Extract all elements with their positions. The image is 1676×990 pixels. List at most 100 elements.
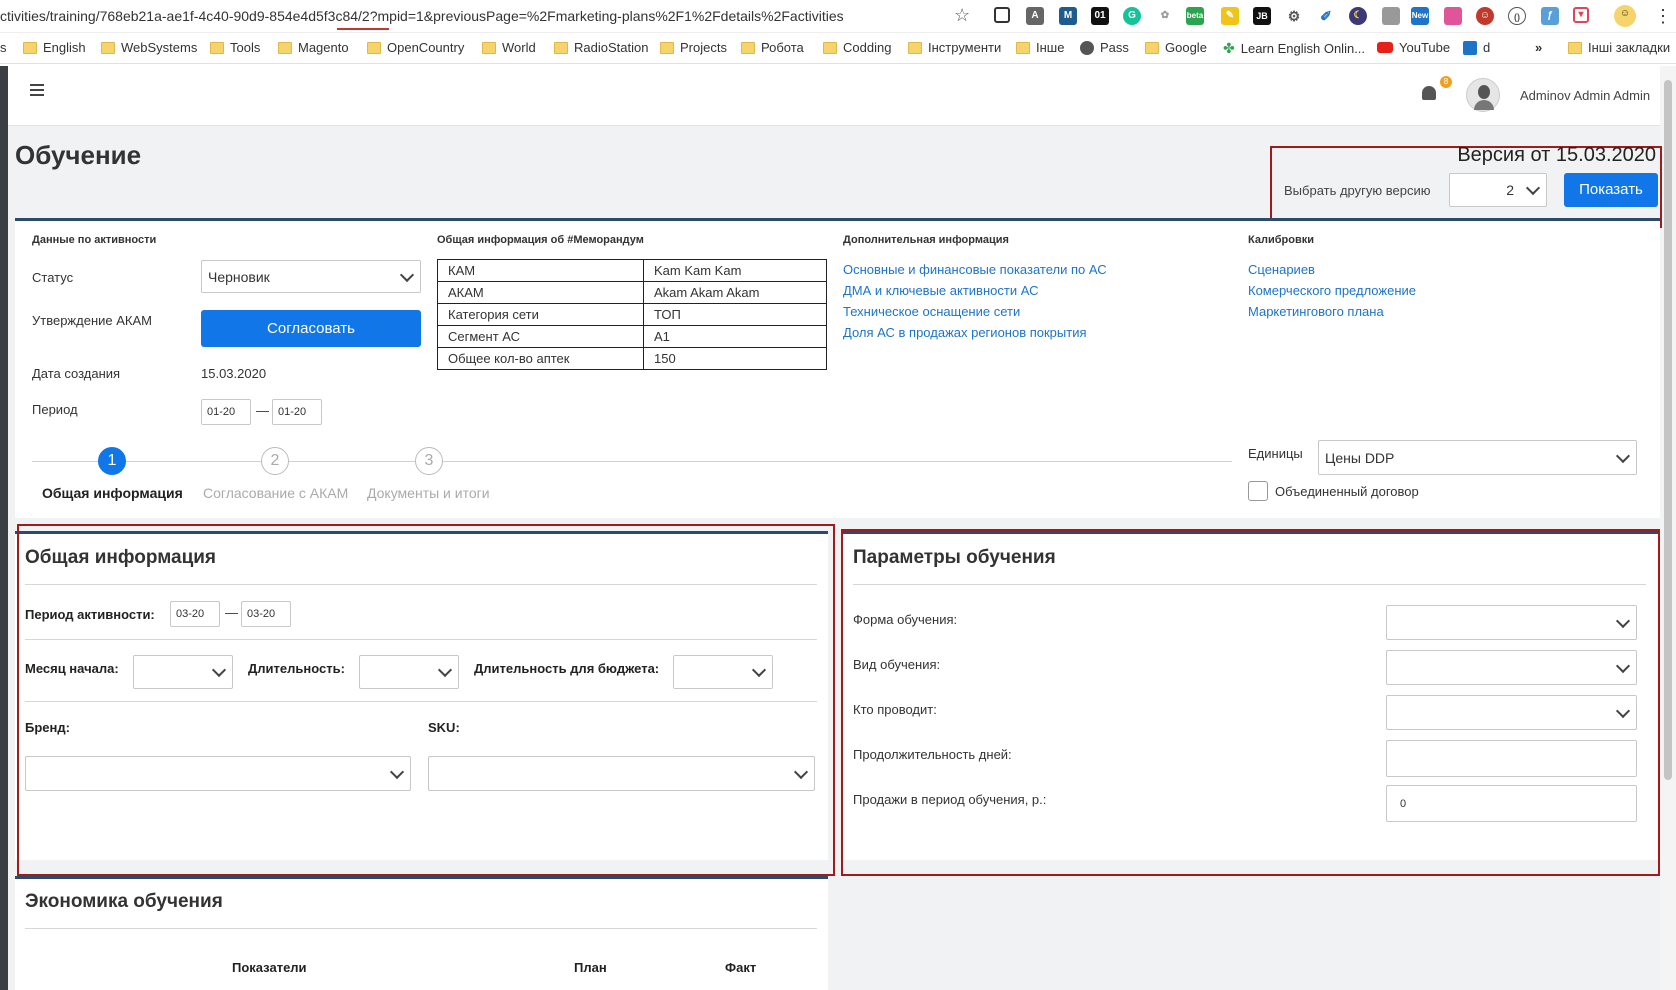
star-icon[interactable]: ☆: [954, 5, 970, 26]
chevron-down-icon: [793, 764, 809, 779]
browser-url-bar[interactable]: ctivities/training/768eb21a-ae1f-4c40-90…: [0, 0, 1676, 33]
step-1-label[interactable]: Общая информация: [42, 485, 183, 501]
grammarly-ext-icon[interactable]: G: [1123, 7, 1141, 25]
bookmark-item[interactable]: s: [0, 40, 7, 55]
bookmark-item[interactable]: WebSystems: [101, 40, 197, 55]
additional-link[interactable]: Техническое оснащение сети: [843, 304, 1020, 319]
approve-label: Утверждение АКАМ: [32, 313, 152, 328]
bookmark-item[interactable]: Projects: [660, 40, 727, 55]
avatar[interactable]: [1466, 78, 1500, 112]
brand-select[interactable]: [25, 756, 411, 791]
avatar-ext-icon[interactable]: ☺: [1476, 7, 1494, 25]
folder-icon: [554, 41, 568, 54]
step-2[interactable]: 2: [261, 447, 289, 475]
bell-icon[interactable]: [1422, 86, 1436, 100]
bookmark-item[interactable]: Інструменти: [908, 40, 1001, 55]
url-text[interactable]: ctivities/training/768eb21a-ae1f-4c40-90…: [0, 8, 844, 24]
bookmark-item[interactable]: OpenCountry: [367, 40, 464, 55]
memo-key: Категория сети: [437, 303, 644, 326]
created-label: Дата создания: [32, 366, 121, 381]
m-ext-icon[interactable]: M: [1059, 7, 1077, 25]
show-version-button[interactable]: Показать: [1564, 173, 1658, 207]
eyedropper-ext-icon[interactable]: ✐: [1317, 7, 1335, 25]
hamburger-icon[interactable]: [30, 84, 44, 96]
activity-period-from-input[interactable]: 03-20: [170, 601, 220, 627]
bookmark-item[interactable]: Magento: [278, 40, 349, 55]
period-to-input[interactable]: 01-20: [272, 399, 322, 425]
additional-link[interactable]: Основные и финансовые показатели по АС: [843, 262, 1107, 277]
bookmark-item[interactable]: Codding: [823, 40, 891, 55]
angular-ext-icon[interactable]: A: [1026, 7, 1044, 25]
reader-ext-icon[interactable]: [1382, 7, 1400, 25]
training-sales-input[interactable]: 0: [1386, 785, 1637, 822]
sku-select[interactable]: [428, 756, 815, 791]
who-conducts-select[interactable]: [1386, 695, 1637, 730]
table-row: КАМ Kam Kam Kam: [437, 259, 827, 282]
start-month-label: Месяц начала:: [25, 661, 119, 676]
bookmark-item[interactable]: Pass: [1080, 40, 1129, 55]
units-select[interactable]: Цены DDP: [1318, 440, 1637, 475]
more-menu-icon[interactable]: ⋮: [1654, 6, 1672, 27]
01-ext-icon[interactable]: 01: [1091, 7, 1109, 25]
step-3-label[interactable]: Документы и итоги: [367, 485, 490, 501]
calibration-link[interactable]: Маркетингового плана: [1248, 304, 1384, 319]
calibration-link[interactable]: Сценариев: [1248, 262, 1315, 277]
start-month-select[interactable]: [133, 655, 233, 689]
bookmark-item[interactable]: Робота: [741, 40, 804, 55]
status-select[interactable]: Черновик: [201, 260, 421, 293]
bookmarks-overflow[interactable]: »: [1535, 40, 1542, 55]
circle-ext-icon[interactable]: (): [1508, 7, 1526, 25]
screenshot-ext-icon[interactable]: [994, 7, 1010, 23]
bookmark-item[interactable]: English: [23, 40, 86, 55]
training-form-select[interactable]: [1386, 605, 1637, 640]
pink-ext-icon[interactable]: [1444, 7, 1462, 25]
period-from-input[interactable]: 01-20: [201, 399, 251, 425]
moon-ext-icon[interactable]: ☾: [1349, 7, 1367, 25]
chevron-down-icon: [751, 662, 767, 678]
step-2-label[interactable]: Согласование с АКАМ: [203, 485, 348, 501]
duration-days-input[interactable]: [1386, 740, 1637, 777]
scrollbar-thumb[interactable]: [1664, 80, 1672, 780]
chevron-down-icon: [437, 662, 453, 678]
budget-duration-select[interactable]: [673, 655, 773, 689]
approve-button[interactable]: Согласовать: [201, 310, 421, 347]
bookmark-item[interactable]: RadioStation: [554, 40, 648, 55]
table-row: Общее кол-во аптек 150: [437, 347, 827, 370]
training-type-select[interactable]: [1386, 650, 1637, 685]
step-1[interactable]: 1: [98, 447, 126, 475]
additional-link[interactable]: ДМА и ключевые активности АС: [843, 283, 1038, 298]
bookmark-item[interactable]: World: [482, 40, 536, 55]
profile-avatar-icon[interactable]: ☺: [1614, 5, 1636, 27]
bookmark-item[interactable]: Tools: [210, 40, 260, 55]
folder-icon: [278, 41, 292, 54]
memo-key: Сегмент АС: [437, 325, 644, 348]
calibration-link[interactable]: Комерческого предложение: [1248, 283, 1416, 298]
combined-contract-checkbox[interactable]: [1248, 481, 1268, 501]
user-name[interactable]: Adminov Admin Admin: [1520, 88, 1650, 103]
stepper-line: [32, 461, 1232, 462]
additional-link[interactable]: Доля АС в продажах регионов покрытия: [843, 325, 1087, 340]
activity-period-dash: —: [225, 605, 238, 620]
bookmark-item[interactable]: Інше: [1016, 40, 1064, 55]
app-header: 8 Adminov Admin Admin: [8, 66, 1660, 126]
gear-ext-icon[interactable]: ⚙: [1285, 7, 1303, 25]
bookmark-item[interactable]: YouTube: [1377, 40, 1450, 55]
step-3[interactable]: 3: [415, 447, 443, 475]
pencil-ext-icon[interactable]: ✎: [1221, 7, 1239, 25]
paw-ext-icon[interactable]: ✿: [1156, 7, 1174, 25]
blue-ext-icon[interactable]: ƒ: [1541, 7, 1559, 25]
page-title: Обучение: [15, 140, 142, 170]
bookmark-item[interactable]: Інші закладки: [1568, 40, 1670, 55]
bookmark-item[interactable]: Google: [1145, 40, 1207, 55]
bookmark-item[interactable]: d: [1463, 40, 1490, 55]
bookmark-item[interactable]: ✤ Learn English Onlin...: [1223, 40, 1365, 57]
new-ext-icon[interactable]: New: [1411, 7, 1429, 25]
jb-ext-icon[interactable]: JB: [1253, 7, 1271, 25]
duration-days-label: Продолжительность дней:: [853, 747, 1012, 762]
duration-select[interactable]: [359, 655, 459, 689]
pocket-ext-icon[interactable]: ▾: [1573, 7, 1589, 23]
activity-period-to-input[interactable]: 03-20: [241, 601, 291, 627]
beta-ext-icon[interactable]: beta: [1186, 7, 1204, 25]
version-select[interactable]: 2: [1449, 173, 1547, 207]
duration-label: Длительность:: [248, 661, 345, 676]
